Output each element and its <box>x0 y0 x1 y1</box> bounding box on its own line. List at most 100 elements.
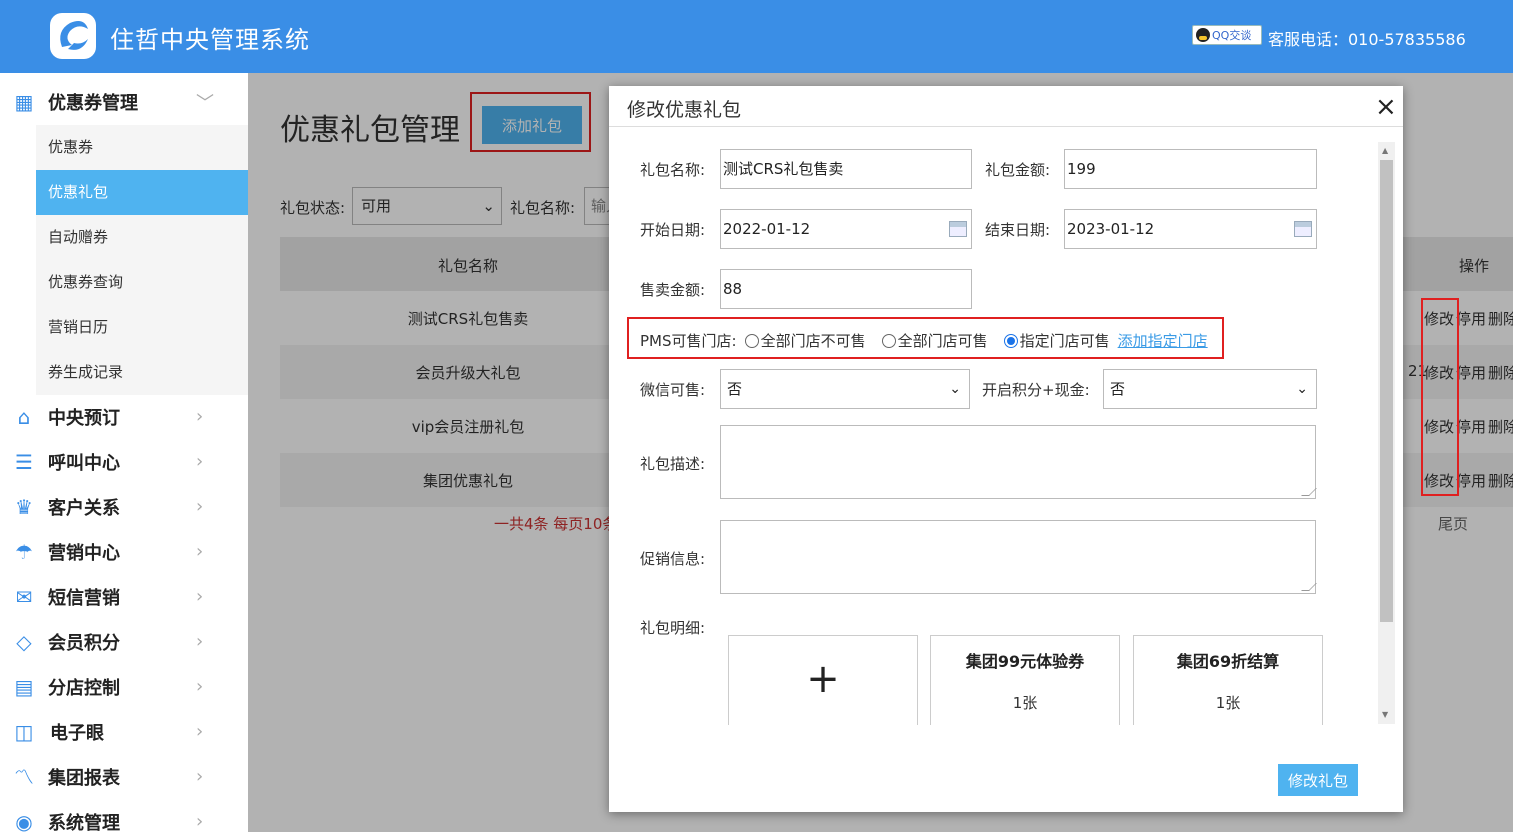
modal-scrollbar[interactable]: ▲ ▼ <box>1378 142 1395 724</box>
highlight-box <box>627 317 1224 359</box>
sidebar-group-system[interactable]: ◉ 系统管理 › <box>0 799 248 832</box>
sidebar-group-label: 集团报表 <box>48 767 120 789</box>
coupon-card-qty: 1张 <box>1012 694 1038 712</box>
chevron-right-icon: › <box>196 631 204 652</box>
gift-name-input[interactable]: 测试CRS礼包售卖 <box>720 149 972 189</box>
chevron-right-icon: › <box>196 406 204 427</box>
sidebar-group-label: 营销中心 <box>48 542 120 564</box>
end-date-value: 2023-01-12 <box>1067 220 1155 238</box>
sidebar-group-coupon[interactable]: ▦ 优惠券管理 ﹀ <box>0 79 248 124</box>
close-icon[interactable]: × <box>1375 92 1397 122</box>
sidebar-group-sms[interactable]: ✉ 短信营销 › <box>0 574 248 619</box>
add-coupon-card[interactable]: + <box>728 635 918 725</box>
store-icon: ▤ <box>14 674 34 699</box>
end-date-input[interactable]: 2023-01-12 <box>1064 209 1317 249</box>
chevron-down-icon: ⌄ <box>949 381 961 397</box>
scrollbar-thumb[interactable] <box>1380 160 1393 622</box>
points-cash-label: 开启积分+现金: <box>982 381 1090 399</box>
logo-icon <box>50 13 96 59</box>
sidebar-item-auto-gift[interactable]: 自动赠券 <box>36 215 248 260</box>
coupon-card-title: 集团99元体验券 <box>965 652 1085 671</box>
coupon-card[interactable]: 集团99元体验券 1张 <box>930 635 1120 725</box>
scroll-down-icon[interactable]: ▼ <box>1382 710 1388 719</box>
sidebar-group-reports[interactable]: 〽 集团报表 › <box>0 754 248 799</box>
wechat-value: 否 <box>727 380 743 398</box>
submit-edit-button[interactable]: 修改礼包 <box>1278 764 1358 796</box>
brand-title: 住哲中央管理系统 <box>110 26 310 54</box>
modal-title: 修改优惠礼包 <box>627 99 742 121</box>
sidebar-group-points[interactable]: ◇ 会员积分 › <box>0 619 248 664</box>
points-cash-value: 否 <box>1110 380 1126 398</box>
calendar-icon[interactable] <box>1294 221 1312 237</box>
chevron-right-icon: › <box>196 676 204 697</box>
sale-amount-input[interactable]: 88 <box>720 269 972 309</box>
modal-divider <box>609 126 1403 127</box>
end-date-label: 结束日期: <box>985 221 1051 239</box>
detail-label: 礼包明细: <box>640 619 706 637</box>
coupon-card-qty: 1张 <box>1215 694 1241 712</box>
start-date-label: 开始日期: <box>640 221 706 239</box>
description-label: 礼包描述: <box>640 455 706 473</box>
sidebar-item-coupon[interactable]: 优惠券 <box>36 125 248 170</box>
scroll-up-icon[interactable]: ▲ <box>1382 146 1388 155</box>
sidebar-group-label: 中央预订 <box>48 407 120 429</box>
qq-chat-button[interactable]: QQ交谈 <box>1192 25 1262 45</box>
sidebar-group-label: 呼叫中心 <box>48 452 120 474</box>
sidebar-group-label: 客户关系 <box>48 497 120 519</box>
wechat-label: 微信可售: <box>640 381 706 399</box>
points-cash-select[interactable]: 否 ⌄ <box>1103 369 1317 409</box>
qq-label: QQ交谈 <box>1212 29 1252 42</box>
chevron-right-icon: › <box>196 721 204 742</box>
sidebar-group-call-center[interactable]: ☰ 呼叫中心 › <box>0 439 248 484</box>
sidebar-item-marketing-calendar[interactable]: 营销日历 <box>36 305 248 350</box>
umbrella-icon: ☂ <box>15 539 33 564</box>
sidebar-group-crm[interactable]: ♛ 客户关系 › <box>0 484 248 529</box>
description-textarea[interactable] <box>720 425 1317 499</box>
call-icon: ☰ <box>15 449 33 474</box>
camera-icon: ◫ <box>14 719 34 744</box>
resize-handle-icon[interactable] <box>1301 583 1317 591</box>
amount-label: 礼包金额: <box>985 161 1051 179</box>
coupon-card[interactable]: 集团69折结算 1张 <box>1133 635 1323 725</box>
qq-icon <box>1196 28 1210 42</box>
sidebar-submenu: 优惠券 优惠礼包 自动赠券 优惠券查询 营销日历 券生成记录 <box>36 125 248 395</box>
coupon-card-title: 集团69折结算 <box>1176 652 1280 671</box>
gift-amount-input[interactable]: 199 <box>1064 149 1317 189</box>
sidebar-item-coupon-query[interactable]: 优惠券查询 <box>36 260 248 305</box>
chart-icon: 〽 <box>14 764 34 789</box>
promo-textarea[interactable] <box>720 520 1317 594</box>
chevron-right-icon: › <box>196 766 204 787</box>
sidebar: ▦ 优惠券管理 ﹀ 优惠券 优惠礼包 自动赠券 优惠券查询 营销日历 券生成记录… <box>0 73 248 832</box>
sidebar-group-label: 会员积分 <box>48 632 120 654</box>
sale-amount-label: 售卖金额: <box>640 281 706 299</box>
settings-icon: ◉ <box>15 809 33 832</box>
edit-gift-pack-modal: 修改优惠礼包 × 礼包名称: 测试CRS礼包售卖 礼包金额: 199 开始日期:… <box>609 86 1403 812</box>
chevron-right-icon: › <box>196 541 204 562</box>
start-date-input[interactable]: 2022-01-12 <box>720 209 972 249</box>
sidebar-group-branch[interactable]: ▤ 分店控制 › <box>0 664 248 709</box>
sidebar-item-gift-pack[interactable]: 优惠礼包 <box>36 170 248 215</box>
diamond-icon: ◇ <box>16 629 32 654</box>
chevron-right-icon: › <box>196 496 204 517</box>
chevron-right-icon: › <box>196 586 204 607</box>
coupon-icon: ▦ <box>14 89 34 114</box>
trophy-icon: ♛ <box>15 494 33 519</box>
start-date-value: 2022-01-12 <box>723 220 811 238</box>
chevron-right-icon: › <box>196 451 204 472</box>
mail-icon: ✉ <box>15 584 33 609</box>
name-label: 礼包名称: <box>640 161 706 179</box>
sidebar-item-coupon-log[interactable]: 券生成记录 <box>36 350 248 395</box>
sidebar-group-marketing[interactable]: ☂ 营销中心 › <box>0 529 248 574</box>
resize-handle-icon[interactable] <box>1301 488 1317 496</box>
highlight-box <box>1421 298 1459 496</box>
sidebar-group-label: 系统管理 <box>48 812 120 832</box>
sidebar-group-label: 电子眼 <box>50 722 104 744</box>
calendar-icon[interactable] <box>949 221 967 237</box>
top-header: 住哲中央管理系统 QQ交谈 客服电话：010-57835586 <box>0 0 1513 73</box>
chevron-right-icon: › <box>196 811 204 832</box>
sidebar-group-label: 分店控制 <box>48 677 120 699</box>
sidebar-group-central-booking[interactable]: ⌂ 中央预订 › <box>0 394 248 439</box>
wechat-select[interactable]: 否 ⌄ <box>720 369 970 409</box>
promo-label: 促销信息: <box>640 550 706 568</box>
sidebar-group-camera[interactable]: ◫ 电子眼 › <box>0 709 248 754</box>
